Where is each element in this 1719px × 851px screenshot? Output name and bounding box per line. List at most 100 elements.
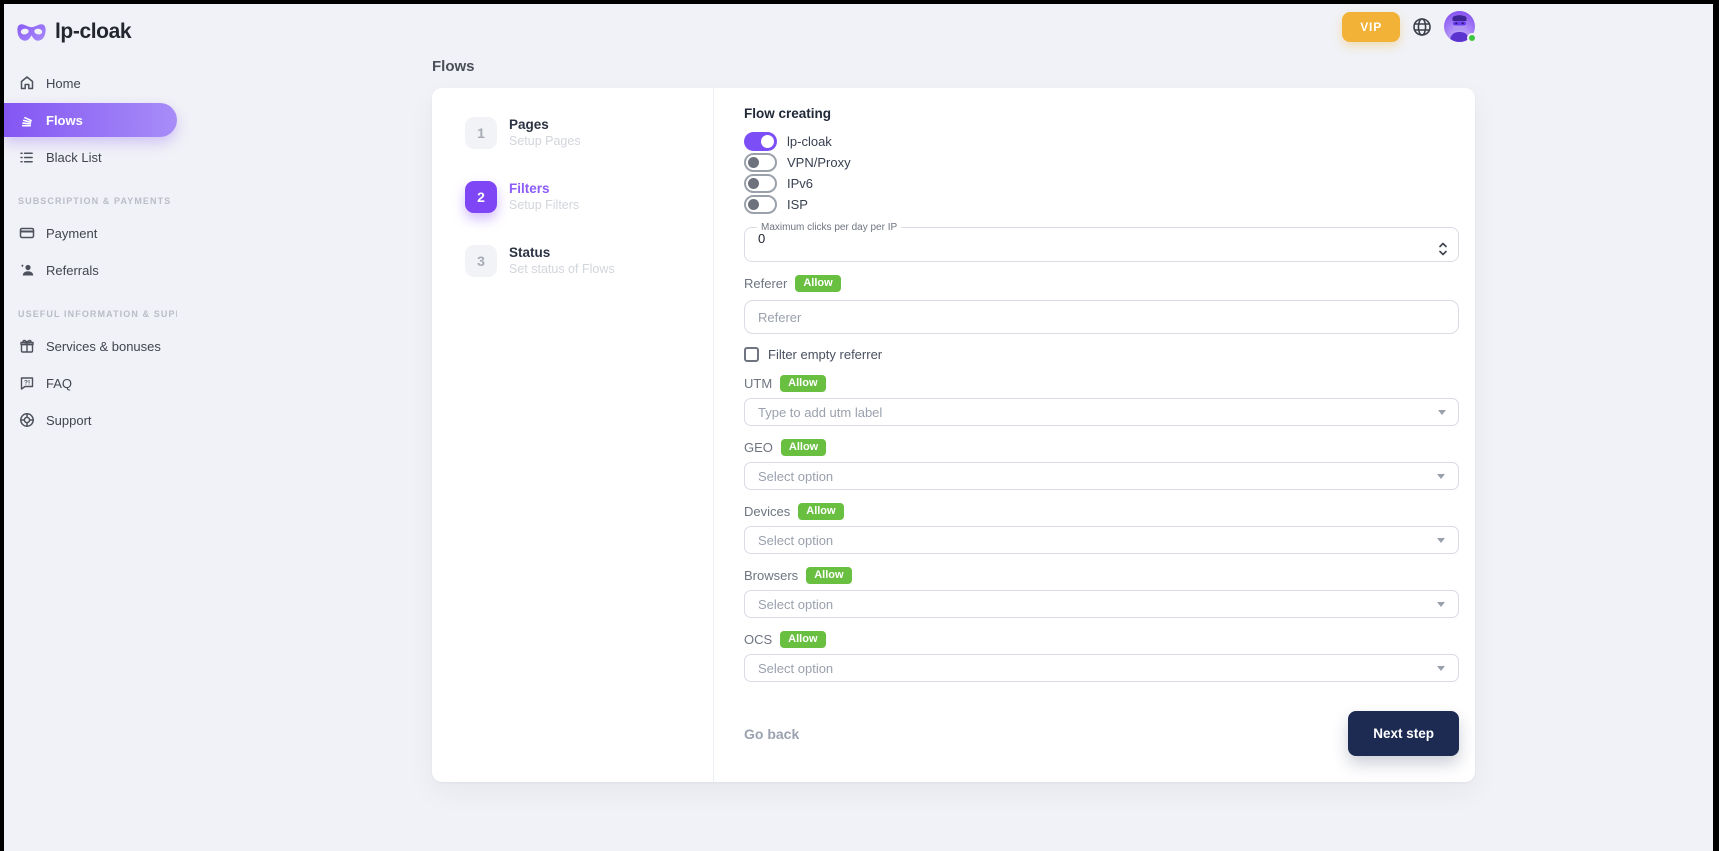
utm-input-wrap: [744, 392, 1459, 426]
geo-select[interactable]: Select option: [744, 462, 1459, 490]
sidebar-item-label: Payment: [46, 226, 97, 241]
ocs-select[interactable]: Select option: [744, 654, 1459, 682]
sidebar-item-black-list[interactable]: Black List: [4, 140, 177, 174]
geo-label: GEO: [744, 440, 773, 455]
utm-allow-badge[interactable]: Allow: [780, 375, 825, 392]
sidebar-item-label: Support: [46, 413, 92, 428]
max-clicks-value: 0: [758, 231, 1448, 246]
page-title: Flows: [432, 58, 1475, 75]
step-title: Status: [509, 245, 615, 261]
isp-toggle[interactable]: [744, 195, 777, 214]
filters-form: Flow creating lp-cloak VPN/Proxy IPv6 IS…: [714, 88, 1475, 782]
go-back-button[interactable]: Go back: [744, 726, 799, 742]
ipv6-toggle[interactable]: [744, 174, 777, 193]
step-number: 2: [465, 181, 497, 213]
referer-input[interactable]: [744, 300, 1459, 334]
step-number: 3: [465, 245, 497, 277]
utm-input[interactable]: [744, 398, 1459, 426]
sidebar-item-label: Services & bonuses: [46, 339, 161, 354]
chevron-down-icon: [1437, 474, 1445, 479]
select-placeholder: Select option: [758, 661, 833, 676]
geo-label-row: GEO Allow: [744, 439, 1459, 456]
home-icon: [18, 75, 35, 92]
browsers-allow-badge[interactable]: Allow: [806, 567, 851, 584]
toggle-label: IPv6: [787, 176, 813, 191]
form-title: Flow creating: [744, 106, 1459, 121]
toggle-row-isp[interactable]: ISP: [744, 194, 1459, 215]
toggle-label: lp-cloak: [787, 134, 832, 149]
utm-label: UTM: [744, 376, 772, 391]
vip-button[interactable]: VIP: [1342, 12, 1400, 42]
select-placeholder: Select option: [758, 533, 833, 548]
toggle-row-lp-cloak[interactable]: lp-cloak: [744, 131, 1459, 152]
section-label: USEFUL INFORMATION & SUPPORT: [18, 309, 177, 319]
devices-label: Devices: [744, 504, 790, 519]
step-subtitle: Setup Pages: [509, 133, 581, 149]
sidebar-section-support: USEFUL INFORMATION & SUPPORT: [4, 309, 177, 319]
ocs-label-row: OCS Allow: [744, 631, 1459, 648]
svg-text:?!: ?!: [24, 380, 30, 387]
number-stepper-icon[interactable]: [1438, 241, 1448, 262]
sidebar-item-support[interactable]: Support: [4, 403, 177, 437]
devices-label-row: Devices Allow: [744, 503, 1459, 520]
sidebar-item-label: Black List: [46, 150, 102, 165]
toggle-label: VPN/Proxy: [787, 155, 851, 170]
filter-empty-referrer-row[interactable]: Filter empty referrer: [744, 347, 1459, 362]
ocs-allow-badge[interactable]: Allow: [780, 631, 825, 648]
chevron-down-icon: [1437, 538, 1445, 543]
next-step-button[interactable]: Next step: [1348, 711, 1459, 756]
geo-allow-badge[interactable]: Allow: [781, 439, 826, 456]
person-add-icon: [18, 262, 35, 279]
browsers-label: Browsers: [744, 568, 798, 583]
filter-empty-referrer-checkbox[interactable]: [744, 347, 759, 362]
referer-allow-badge[interactable]: Allow: [795, 275, 840, 292]
app-root: lp-cloak Home Flows: [4, 4, 1713, 851]
toggle-row-ipv6[interactable]: IPv6: [744, 173, 1459, 194]
step-subtitle: Setup Filters: [509, 197, 579, 213]
vpn-proxy-toggle[interactable]: [744, 153, 777, 172]
step-status[interactable]: 3 Status Set status of Flows: [465, 245, 713, 277]
faq-bubble-icon: ?!: [18, 375, 35, 392]
gift-icon: [18, 338, 35, 355]
step-pages[interactable]: 1 Pages Setup Pages: [465, 117, 713, 149]
browsers-label-row: Browsers Allow: [744, 567, 1459, 584]
step-title: Filters: [509, 181, 579, 197]
topbar: VIP: [1342, 11, 1475, 42]
sidebar-item-label: Home: [46, 76, 81, 91]
devices-allow-badge[interactable]: Allow: [798, 503, 843, 520]
sidebar-item-services[interactable]: Services & bonuses: [4, 329, 177, 363]
toggle-row-vpn-proxy[interactable]: VPN/Proxy: [744, 152, 1459, 173]
avatar[interactable]: [1444, 11, 1475, 42]
brand-name: lp-cloak: [55, 20, 131, 44]
section-label: SUBSCRIPTION & PAYMENTS: [18, 196, 171, 206]
online-status-dot: [1467, 33, 1477, 43]
ocs-label: OCS: [744, 632, 772, 647]
globe-icon[interactable]: [1412, 17, 1432, 37]
step-filters[interactable]: 2 Filters Setup Filters: [465, 181, 713, 213]
sidebar-item-label: Referrals: [46, 263, 99, 278]
chevron-down-icon[interactable]: [1438, 410, 1446, 415]
sidebar-item-referrals[interactable]: Referrals: [4, 253, 177, 287]
flow-wizard-card: 1 Pages Setup Pages 2 Filters Setup Filt…: [432, 88, 1475, 782]
main-area: VIP: [432, 4, 1475, 782]
sidebar-item-home[interactable]: Home: [4, 66, 177, 100]
utm-label-row: UTM Allow: [744, 375, 1459, 392]
sidebar-nav: Home Flows Black List: [4, 66, 177, 437]
sidebar-item-faq[interactable]: ?! FAQ: [4, 366, 177, 400]
sidebar-item-flows[interactable]: Flows: [4, 103, 177, 137]
step-title: Pages: [509, 117, 581, 133]
lp-cloak-toggle[interactable]: [744, 132, 777, 151]
sidebar-item-label: FAQ: [46, 376, 72, 391]
referer-label-row: Referer Allow: [744, 275, 1459, 292]
select-placeholder: Select option: [758, 597, 833, 612]
browsers-select[interactable]: Select option: [744, 590, 1459, 618]
sidebar-item-label: Flows: [46, 113, 83, 128]
brand-mask-icon: [16, 22, 47, 43]
sidebar-item-payment[interactable]: Payment: [4, 216, 177, 250]
credit-card-icon: [18, 225, 35, 242]
devices-select[interactable]: Select option: [744, 526, 1459, 554]
checkbox-label: Filter empty referrer: [768, 347, 882, 362]
list-icon: [18, 149, 35, 166]
toggle-label: ISP: [787, 197, 808, 212]
max-clicks-field[interactable]: Maximum clicks per day per IP 0: [744, 222, 1459, 262]
